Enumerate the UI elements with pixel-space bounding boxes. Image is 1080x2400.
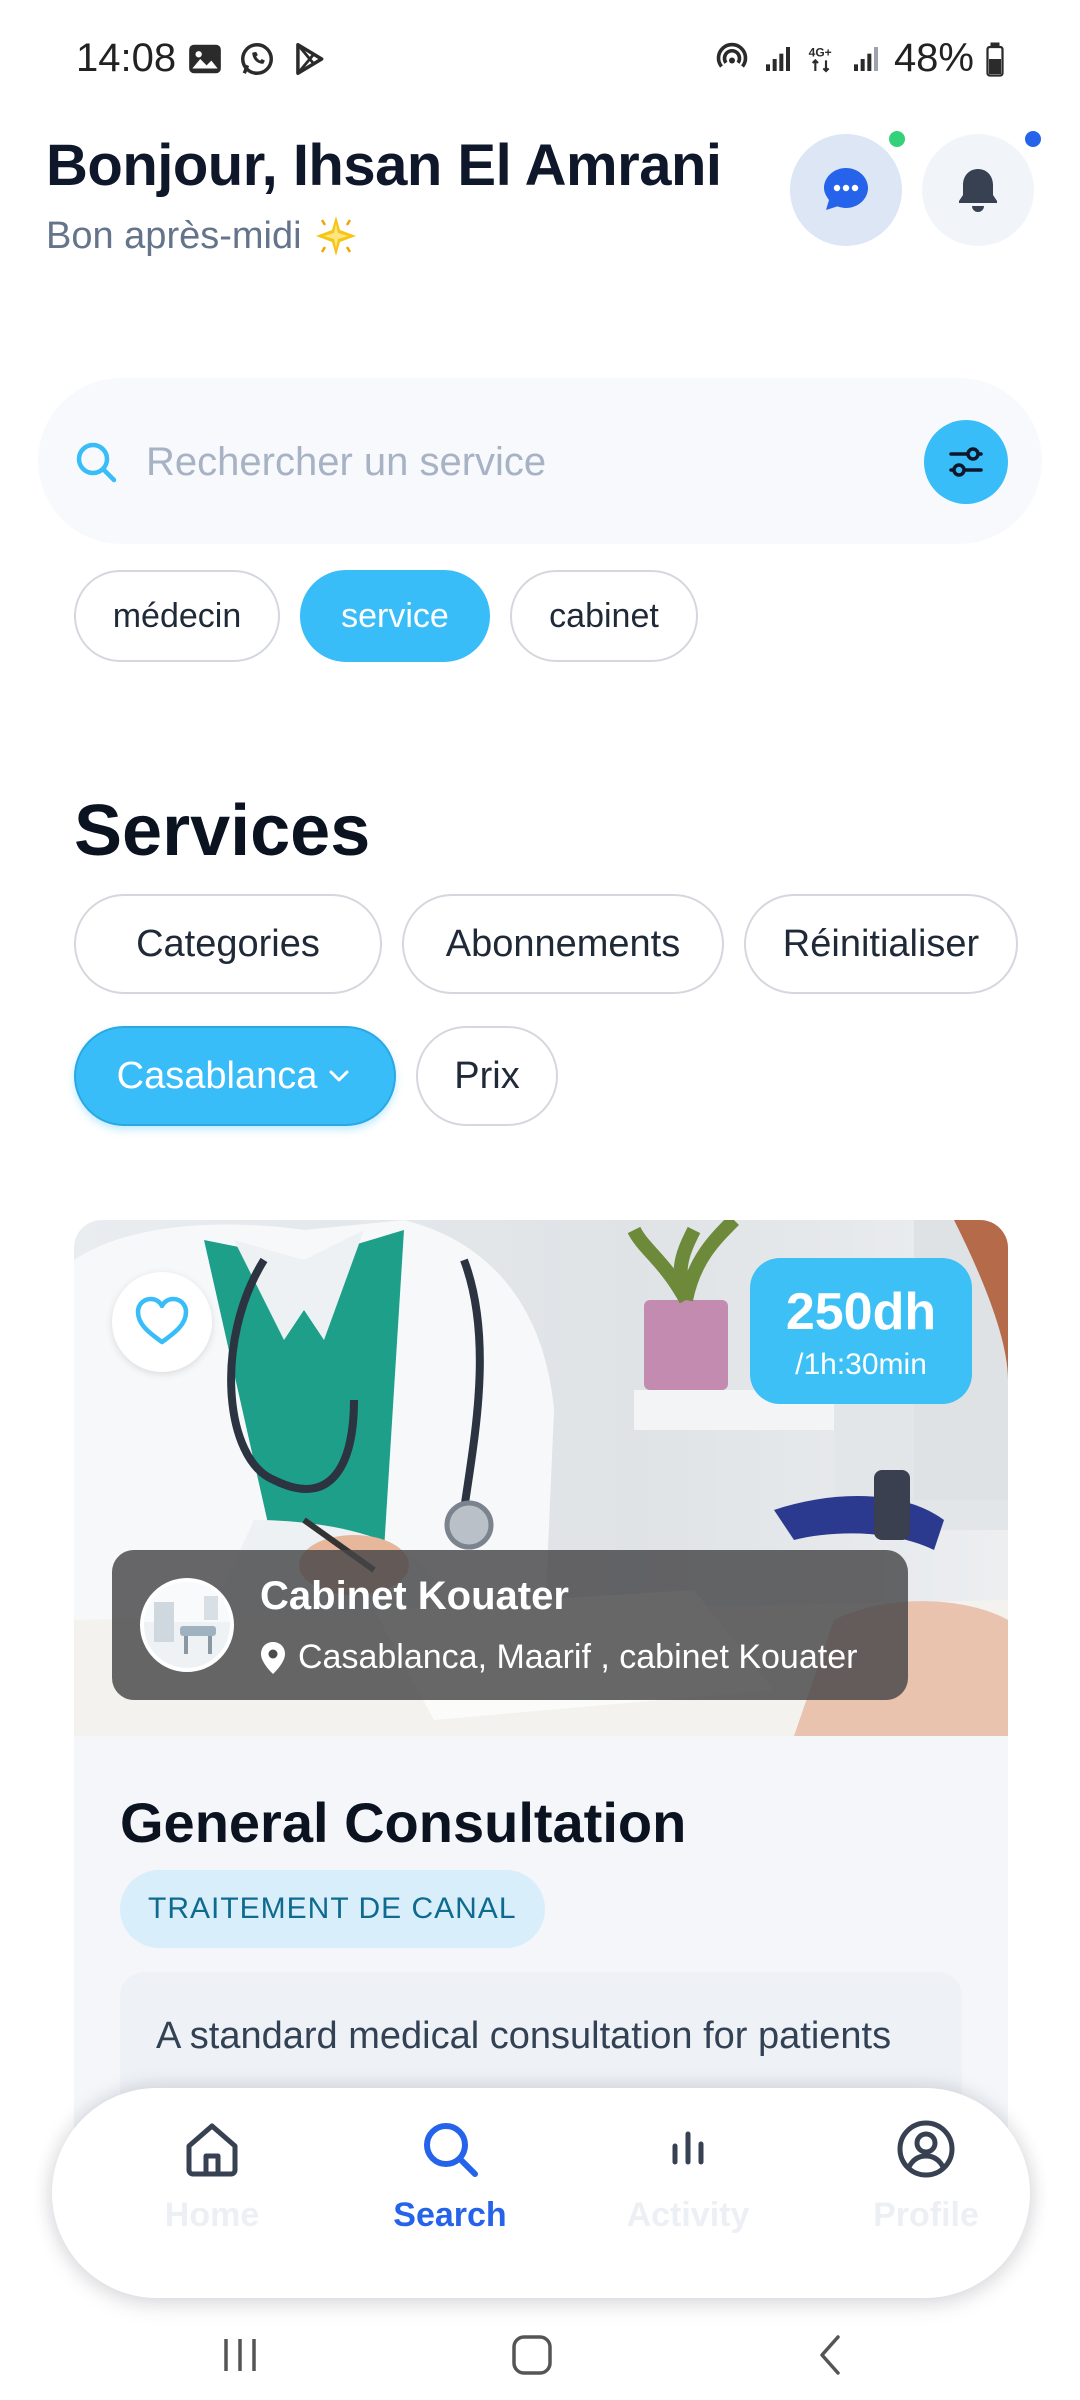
home-icon [186,2123,238,2177]
filter-city-label: Casablanca [116,1054,318,1097]
location-pin-icon [261,1641,285,1674]
bell-icon [959,169,997,212]
hotspot-icon [716,42,748,68]
subgreeting-text: Bon après-midi [46,214,302,257]
chevron-down-icon [329,1070,349,1082]
service-title: General Consultation [120,1791,687,1854]
battery-icon [986,42,1004,77]
price-badge: 250dh /1h:30min [750,1258,972,1404]
filter-abonnements[interactable]: Abonnements [402,894,724,994]
price-duration: /1h:30min [795,1348,927,1381]
chat-unread-indicator [886,128,908,150]
subgreeting: Bon après-midi [46,212,360,260]
notifications-button[interactable] [922,134,1034,246]
bottom-nav: Home Search Activity Profile [52,2088,1030,2298]
chip-cabinet[interactable]: cabinet [510,570,698,662]
favorite-button[interactable] [112,1272,212,1372]
4g-icon: 4G+ [809,45,832,73]
sliders-icon [949,447,983,477]
provider-location: Casablanca, Maarif , cabinet Kouater [260,1638,857,1677]
filter-city-dropdown[interactable]: Casablanca [74,1026,396,1126]
nav-search[interactable]: Search [350,2116,550,2276]
nav-profile[interactable]: Profile [826,2116,1026,2276]
chat-bubble-icon [824,168,868,210]
nav-search-label: Search [393,2196,507,2234]
filter-reset-label: Réinitialiser [782,922,980,965]
home-system-icon [512,2335,552,2375]
status-notification-icons [186,40,328,78]
profile-icon [897,2120,955,2178]
recent-apps-button[interactable] [210,2330,270,2380]
search-input[interactable] [146,420,886,504]
svg-text:4G+: 4G+ [809,45,832,59]
filter-price-label: Prix [454,1054,520,1097]
nav-profile-label: Profile [873,2196,979,2234]
battery-percentage: 48% [893,36,974,80]
clinic-room-thumbnail [144,1582,230,1668]
home-system-button[interactable] [502,2330,562,2380]
nav-home[interactable]: Home [112,2116,312,2276]
search-icon [76,442,117,483]
provider-name: Cabinet Kouater [260,1574,569,1618]
chip-medecin[interactable]: médecin [74,570,280,662]
nav-activity-label: Activity [626,2196,750,2234]
service-card[interactable]: 250dh /1h:30min Cabinet Kouater Casablan… [74,1220,1008,2220]
play-store-icon [296,43,324,75]
gallery-icon [189,44,221,74]
notification-unread-indicator [1022,128,1044,150]
signal-icon [853,46,878,71]
sparkle-icon [315,216,356,256]
signal-icon [765,46,790,71]
filter-button[interactable] [924,420,1008,504]
search-icon [424,2123,478,2177]
provider-avatar [140,1578,234,1672]
filter-categories[interactable]: Categories [74,894,382,994]
system-nav-bar [0,2310,1080,2400]
chat-button[interactable] [790,134,902,246]
back-button[interactable] [802,2330,862,2380]
whatsapp-icon [241,43,273,75]
back-icon [820,2335,840,2375]
service-description: A standard medical consultation for pati… [156,2015,892,2057]
filter-reset[interactable]: Réinitialiser [744,894,1018,994]
status-system-icons: 4G+ 48% [714,36,1004,81]
provider-location-text: Casablanca, Maarif , cabinet Kouater [298,1638,858,1676]
price-amount: 250dh [785,1283,937,1341]
filter-price[interactable]: Prix [416,1026,558,1126]
status-time: 14:08 [76,36,177,80]
filter-categories-label: Categories [136,922,320,965]
status-bar: 14:08 4G+ 48% [0,0,1080,110]
heart-icon [135,1296,189,1345]
service-category-tag: TRAITEMENT DE CANAL [120,1870,545,1948]
recent-apps-icon [224,2339,256,2371]
activity-icon [672,2131,704,2165]
greeting-title: Bonjour, Ihsan El Amrani [46,133,722,198]
chip-service[interactable]: service [300,570,490,662]
provider-info[interactable]: Cabinet Kouater Casablanca, Maarif , cab… [112,1550,908,1700]
nav-home-label: Home [164,2196,260,2234]
section-title: Services [74,791,371,871]
filter-abonnements-label: Abonnements [445,922,681,965]
nav-activity[interactable]: Activity [588,2116,788,2276]
